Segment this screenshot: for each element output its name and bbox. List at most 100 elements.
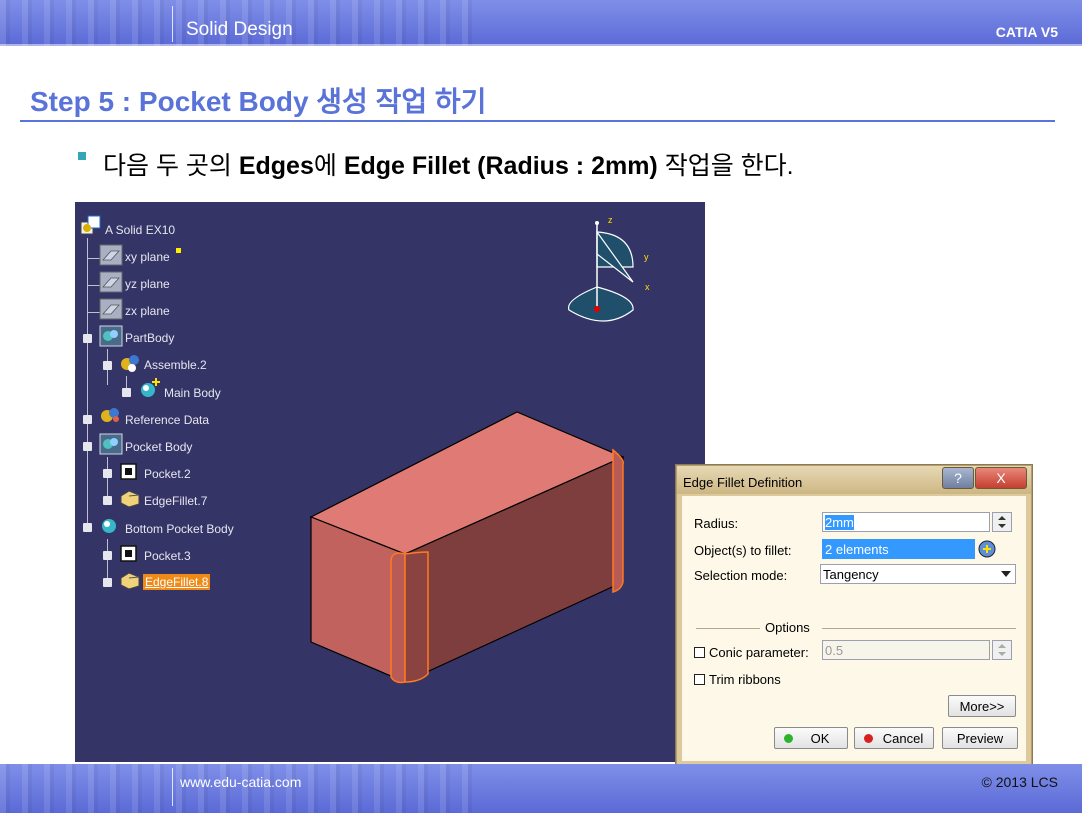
tree-item-partbody[interactable]: PartBody xyxy=(125,331,174,345)
chevron-down-icon xyxy=(1001,571,1011,577)
conic-spinner[interactable] xyxy=(992,640,1012,660)
plane-icon[interactable] xyxy=(99,271,123,293)
product-icon[interactable] xyxy=(79,215,101,237)
tree-item-pocket-3[interactable]: Pocket.3 xyxy=(144,549,191,563)
tree-item-yz-plane[interactable]: yz plane xyxy=(125,277,170,291)
tree-item-pocket-body[interactable]: Pocket Body xyxy=(125,440,192,454)
close-icon: X xyxy=(996,470,1006,486)
multi-selection-icon[interactable] xyxy=(977,539,997,559)
part-model[interactable] xyxy=(295,402,625,692)
instruction-part-1: 다음 두 곳의 xyxy=(103,152,239,180)
trim-ribbons-label: Trim ribbons xyxy=(709,672,781,687)
conic-input[interactable]: 0.5 xyxy=(822,640,990,660)
tree-item-root[interactable]: A Solid EX10 xyxy=(105,223,175,237)
body-icon[interactable] xyxy=(138,377,162,401)
radius-input[interactable]: 2mm xyxy=(822,512,990,532)
dialog-title: Edge Fillet Definition xyxy=(683,475,803,490)
dialog-titlebar[interactable]: Edge Fillet Definition ? X xyxy=(677,466,1031,494)
conic-checkbox[interactable] xyxy=(694,647,705,658)
header-bar: Solid Design CATIA V5 xyxy=(0,0,1082,46)
tree-line xyxy=(87,238,88,532)
tree-item-assemble[interactable]: Assemble.2 xyxy=(144,358,207,372)
selection-mode-select[interactable]: Tangency xyxy=(820,564,1016,584)
plane-icon[interactable] xyxy=(99,244,123,266)
expand-icon[interactable] xyxy=(103,469,112,478)
cancel-icon xyxy=(864,734,873,743)
collapse-icon[interactable] xyxy=(103,361,112,370)
selection-mode-value: Tangency xyxy=(823,567,879,582)
assemble-icon[interactable] xyxy=(119,352,141,374)
ok-label: OK xyxy=(810,731,830,746)
expand-icon[interactable] xyxy=(103,551,112,560)
instruction-bold-2: Edge Fillet (Radius : 2mm) xyxy=(343,152,658,180)
instruction-part-3: 작업을 한다. xyxy=(657,152,794,180)
edge-fillet-icon[interactable] xyxy=(119,570,141,590)
instruction-part-2: 에 xyxy=(313,152,344,180)
instruction-bold-1: Edges xyxy=(238,152,314,180)
plane-icon[interactable] xyxy=(99,298,123,320)
header-title: Solid Design xyxy=(186,19,293,40)
more-button[interactable]: More>> xyxy=(948,695,1016,717)
compass-y-label: y xyxy=(644,252,649,262)
objects-label: Object(s) to fillet: xyxy=(694,543,792,558)
reference-icon[interactable] xyxy=(99,404,123,426)
cancel-button[interactable]: Cancel xyxy=(854,727,934,749)
compass-icon[interactable]: z y x xyxy=(555,212,655,342)
tree-item-zx-plane[interactable]: zx plane xyxy=(125,304,170,318)
tree-item-xy-plane[interactable]: xy plane xyxy=(125,250,170,264)
pocket-icon[interactable] xyxy=(119,462,139,482)
body-icon[interactable] xyxy=(99,514,123,536)
collapse-icon[interactable] xyxy=(83,523,92,532)
options-divider-right xyxy=(822,628,1016,629)
catia-viewport[interactable]: A Solid EX10 xy plane yz plane zx plane … xyxy=(75,202,705,762)
compass-z-label: z xyxy=(608,215,613,225)
body-icon[interactable] xyxy=(99,433,123,455)
trim-ribbons-checkbox[interactable] xyxy=(694,674,705,685)
radius-label: Radius: xyxy=(694,516,739,531)
tree-item-reference-data[interactable]: Reference Data xyxy=(125,413,209,427)
ok-button[interactable]: OK xyxy=(774,727,848,749)
tree-item-edgefillet-7[interactable]: EdgeFillet.7 xyxy=(144,494,207,508)
options-divider-left xyxy=(696,628,760,629)
edge-fillet-dialog[interactable]: Edge Fillet Definition ? X Radius: 2mm O… xyxy=(676,465,1032,767)
spinner-arrows-icon xyxy=(998,644,1006,656)
header-separator xyxy=(172,6,173,42)
instruction-text: 다음 두 곳의 Edges에 Edge Fillet (Radius : 2mm… xyxy=(103,146,794,182)
footer-copyright: © 2013 LCS xyxy=(981,774,1058,790)
body-icon[interactable] xyxy=(99,325,123,347)
compass-x-label: x xyxy=(645,282,650,292)
cancel-label: Cancel xyxy=(882,731,924,746)
expand-icon[interactable] xyxy=(83,415,92,424)
bullet-icon xyxy=(78,152,86,160)
tree-item-bottom-pocket-body[interactable]: Bottom Pocket Body xyxy=(125,522,234,536)
objects-field[interactable]: 2 elements xyxy=(822,539,975,559)
step-title: Step 5 : Pocket Body 생성 작업 하기 xyxy=(30,86,487,117)
selection-mode-label: Selection mode: xyxy=(694,568,788,583)
footer-bar: www.edu-catia.com © 2013 LCS xyxy=(0,764,1082,813)
help-button[interactable]: ? xyxy=(942,467,974,489)
conic-label: Conic parameter: xyxy=(709,645,809,660)
radius-spinner[interactable] xyxy=(992,512,1012,532)
tree-item-main-body[interactable]: Main Body xyxy=(164,386,221,400)
header-brand: CATIA V5 xyxy=(995,24,1058,40)
spinner-arrows-icon xyxy=(998,516,1006,528)
footer-separator xyxy=(172,768,173,806)
tree-item-edgefillet-8[interactable]: EdgeFillet.8 xyxy=(143,574,211,590)
expand-icon[interactable] xyxy=(122,388,131,397)
options-label: Options xyxy=(765,620,810,635)
close-button[interactable]: X xyxy=(975,467,1027,489)
dialog-body: Radius: 2mm Object(s) to fillet: 2 eleme… xyxy=(682,496,1026,761)
edge-fillet-icon[interactable] xyxy=(119,488,141,508)
footer-url[interactable]: www.edu-catia.com xyxy=(180,774,301,790)
header-bottom-line xyxy=(0,44,1082,46)
expand-icon[interactable] xyxy=(103,578,112,587)
pocket-icon[interactable] xyxy=(119,544,139,564)
preview-button[interactable]: Preview xyxy=(942,727,1018,749)
collapse-icon[interactable] xyxy=(83,334,92,343)
collapse-icon[interactable] xyxy=(83,442,92,451)
tree-item-pocket-2[interactable]: Pocket.2 xyxy=(144,467,191,481)
help-icon: ? xyxy=(954,470,962,486)
expand-icon[interactable] xyxy=(103,496,112,505)
radius-value: 2mm xyxy=(825,515,854,530)
ok-icon xyxy=(784,734,793,743)
